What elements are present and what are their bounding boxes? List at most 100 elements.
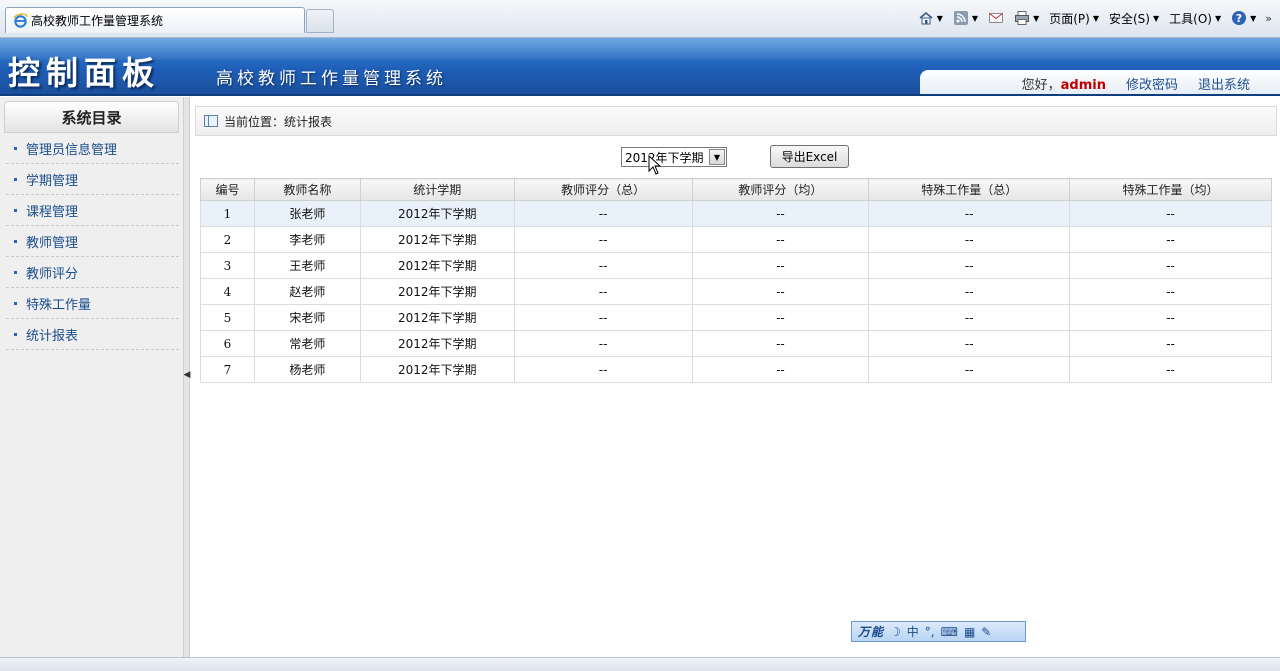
ime-brand: 万能 bbox=[858, 625, 885, 639]
wrench-icon[interactable]: ✎ bbox=[981, 625, 991, 639]
table-cell: -- bbox=[513, 278, 693, 305]
chevron-down-icon[interactable]: ▼ bbox=[709, 149, 725, 165]
chevron-down-icon: ▼ bbox=[1250, 13, 1257, 23]
table-cell: -- bbox=[868, 278, 1071, 305]
mail-button[interactable] bbox=[985, 8, 1007, 28]
logout-link[interactable]: 退出系统 bbox=[1198, 74, 1250, 93]
table-cell: 7 bbox=[200, 356, 255, 383]
table-cell: 2012年下学期 bbox=[359, 200, 515, 227]
sidebar-item-terms[interactable]: 学期管理 bbox=[6, 164, 179, 195]
table-cell: -- bbox=[868, 226, 1071, 253]
column-header: 教师评分（均） bbox=[691, 178, 870, 201]
column-header: 教师评分（总） bbox=[513, 178, 693, 201]
table-cell: 6 bbox=[200, 330, 255, 357]
table-cell: 2012年下学期 bbox=[359, 330, 515, 357]
table-cell: 1 bbox=[200, 200, 255, 227]
table-cell: 常老师 bbox=[253, 330, 361, 357]
table-row[interactable]: 6 常老师 2012年下学期 -- -- -- -- bbox=[200, 330, 1272, 357]
table-cell: 2012年下学期 bbox=[359, 304, 515, 331]
sidebar-item-special-workload[interactable]: 特殊工作量 bbox=[6, 288, 179, 319]
ime-toolbar[interactable]: 万能 ☽ 中 °, ⌨ ▦ ✎ bbox=[851, 621, 1026, 642]
browser-tab[interactable]: 高校教师工作量管理系统 bbox=[5, 7, 305, 33]
table-cell: -- bbox=[868, 356, 1071, 383]
mail-icon bbox=[989, 13, 1004, 23]
report-table: 编号 教师名称 统计学期 教师评分（总） 教师评分（均） 特殊工作量（总） 特殊… bbox=[200, 178, 1272, 383]
table-cell: -- bbox=[513, 226, 693, 253]
moon-icon[interactable]: ☽ bbox=[890, 625, 901, 639]
bullet-icon bbox=[14, 146, 17, 150]
table-cell: -- bbox=[513, 252, 693, 279]
chevron-down-icon: ▼ bbox=[971, 13, 979, 23]
change-password-link[interactable]: 修改密码 bbox=[1126, 74, 1178, 93]
chevron-down-icon: ▼ bbox=[1214, 13, 1222, 23]
help-button[interactable]: ? ▼ bbox=[1228, 8, 1259, 28]
main-content: 当前位置：统计报表 2012年下学期 ▼ 导出Excel 编号 教师名称 统计学… bbox=[191, 97, 1280, 657]
table-cell: 2012年下学期 bbox=[359, 252, 515, 279]
help-icon: ? bbox=[1232, 11, 1247, 25]
grid-icon[interactable]: ▦ bbox=[964, 625, 975, 639]
menu-safety[interactable]: 安全(S) ▼ bbox=[1106, 8, 1162, 28]
printer-icon bbox=[1015, 11, 1030, 25]
sidebar-item-label: 教师评分 bbox=[26, 266, 79, 282]
term-select[interactable]: 2012年下学期 ▼ bbox=[621, 147, 727, 167]
menu-page[interactable]: 页面(P) ▼ bbox=[1046, 8, 1102, 28]
breadcrumb: 当前位置：统计报表 bbox=[195, 106, 1277, 136]
toolbar-overflow-icon[interactable]: » bbox=[1265, 12, 1272, 25]
browser-status-bar bbox=[0, 657, 1280, 671]
column-header: 统计学期 bbox=[359, 178, 515, 201]
sidebar-item-teachers[interactable]: 教师管理 bbox=[6, 226, 179, 257]
table-row[interactable]: 2 李老师 2012年下学期 -- -- -- -- bbox=[200, 226, 1272, 253]
keyboard-icon[interactable]: ⌨ bbox=[941, 625, 958, 639]
greeting: 您好，admin bbox=[1022, 74, 1106, 93]
table-cell: 李老师 bbox=[253, 226, 361, 253]
term-select-value: 2012年下学期 bbox=[625, 150, 704, 165]
chevron-down-icon: ▼ bbox=[936, 13, 943, 23]
sidebar-item-label: 教师管理 bbox=[26, 235, 79, 251]
ime-mode[interactable]: 中 bbox=[907, 623, 919, 640]
table-cell: 杨老师 bbox=[253, 356, 361, 383]
table-cell: 赵老师 bbox=[253, 278, 361, 305]
column-header: 特殊工作量（总） bbox=[868, 178, 1071, 201]
sidebar-item-courses[interactable]: 课程管理 bbox=[6, 195, 179, 226]
table-cell: -- bbox=[868, 330, 1071, 357]
table-cell: -- bbox=[1069, 200, 1272, 227]
home-button[interactable]: ▼ bbox=[915, 8, 946, 28]
feeds-button[interactable]: ▼ bbox=[950, 8, 981, 28]
panel-title: 控制面板 bbox=[8, 54, 161, 92]
chevron-down-icon: ▼ bbox=[1152, 13, 1160, 23]
sidebar-item-admin-info[interactable]: 管理员信息管理 bbox=[6, 133, 179, 164]
table-cell: -- bbox=[691, 252, 870, 279]
table-cell: -- bbox=[868, 304, 1071, 331]
sidebar-item-reports[interactable]: 统计报表 bbox=[6, 319, 179, 350]
table-row[interactable]: 4 赵老师 2012年下学期 -- -- -- -- bbox=[200, 278, 1272, 305]
column-header: 编号 bbox=[200, 178, 255, 201]
table-row[interactable]: 5 宋老师 2012年下学期 -- -- -- -- bbox=[200, 304, 1272, 331]
window-icon bbox=[204, 115, 218, 127]
print-button[interactable]: ▼ bbox=[1011, 8, 1042, 28]
sidebar-item-label: 学期管理 bbox=[26, 173, 79, 189]
table-cell: 2012年下学期 bbox=[359, 278, 515, 305]
collapse-arrow-icon[interactable]: ◀ bbox=[184, 365, 191, 385]
sidebar-item-label: 课程管理 bbox=[26, 204, 79, 220]
svg-text:?: ? bbox=[1236, 12, 1242, 25]
table-cell: 宋老师 bbox=[253, 304, 361, 331]
table-cell: 3 bbox=[200, 252, 255, 279]
table-cell: -- bbox=[513, 200, 693, 227]
export-excel-button[interactable]: 导出Excel bbox=[770, 145, 849, 168]
greeting-text: 您好， bbox=[1021, 77, 1061, 93]
menu-tools[interactable]: 工具(O) ▼ bbox=[1166, 8, 1224, 28]
column-header: 特殊工作量（均） bbox=[1069, 178, 1272, 201]
punctuation-icon[interactable]: °, bbox=[925, 625, 935, 639]
table-cell: 2012年下学期 bbox=[359, 356, 515, 383]
table-row[interactable]: 7 杨老师 2012年下学期 -- -- -- -- bbox=[200, 356, 1272, 383]
sidebar-splitter[interactable]: ◀ bbox=[184, 97, 190, 657]
table-cell: 2 bbox=[200, 226, 255, 253]
mouse-cursor-icon bbox=[648, 155, 662, 175]
bullet-icon bbox=[14, 177, 17, 181]
table-row[interactable]: 3 王老师 2012年下学期 -- -- -- -- bbox=[200, 252, 1272, 279]
sidebar-item-ratings[interactable]: 教师评分 bbox=[6, 257, 179, 288]
table-row[interactable]: 1 张老师 2012年下学期 -- -- -- -- bbox=[200, 200, 1272, 227]
sidebar-menu: 管理员信息管理 学期管理 课程管理 教师管理 教师评分 特殊工作量 统计报表 bbox=[0, 133, 183, 350]
new-tab-button[interactable] bbox=[306, 9, 334, 33]
bullet-icon bbox=[14, 270, 17, 274]
